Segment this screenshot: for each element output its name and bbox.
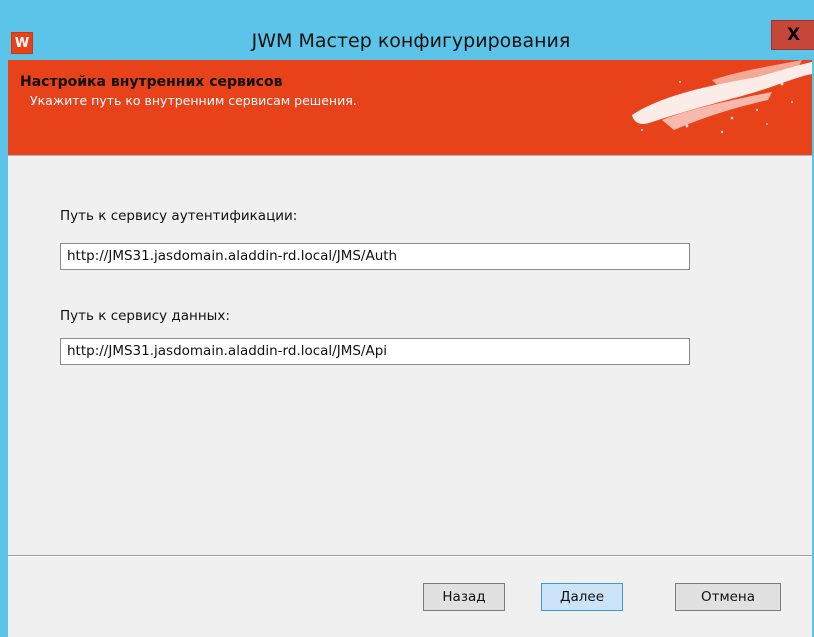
auth-service-label: Путь к сервису аутентификации:: [60, 208, 298, 224]
data-service-label: Путь к сервису данных:: [60, 308, 230, 324]
back-button[interactable]: Назад: [423, 583, 505, 611]
close-button[interactable]: X: [771, 20, 814, 50]
title-bar[interactable]: W JWM Мастер конфигурирования X: [8, 0, 814, 60]
wizard-window: W JWM Мастер конфигурирования X Настройк…: [8, 0, 814, 637]
next-button[interactable]: Далее: [541, 583, 623, 611]
header-banner: Настройка внутренних сервисов Укажите пу…: [8, 60, 812, 155]
dialog-client-area: Настройка внутренних сервисов Укажите пу…: [8, 60, 812, 637]
window-title: JWM Мастер конфигурирования: [251, 30, 571, 52]
footer-divider-highlight: [8, 556, 812, 557]
banner-title: Настройка внутренних сервисов: [20, 74, 283, 90]
cancel-button[interactable]: Отмена: [675, 583, 781, 611]
banner-subtitle: Укажите путь ко внутренним сервисам реше…: [30, 93, 357, 108]
data-service-url-input[interactable]: http://JMS31.jasdomain.aladdin-rd.local/…: [60, 338, 690, 365]
decorative-brush-graphic: [632, 60, 812, 134]
banner-divider: [8, 155, 812, 156]
auth-service-url-input[interactable]: http://JMS31.jasdomain.aladdin-rd.local/…: [60, 243, 690, 270]
